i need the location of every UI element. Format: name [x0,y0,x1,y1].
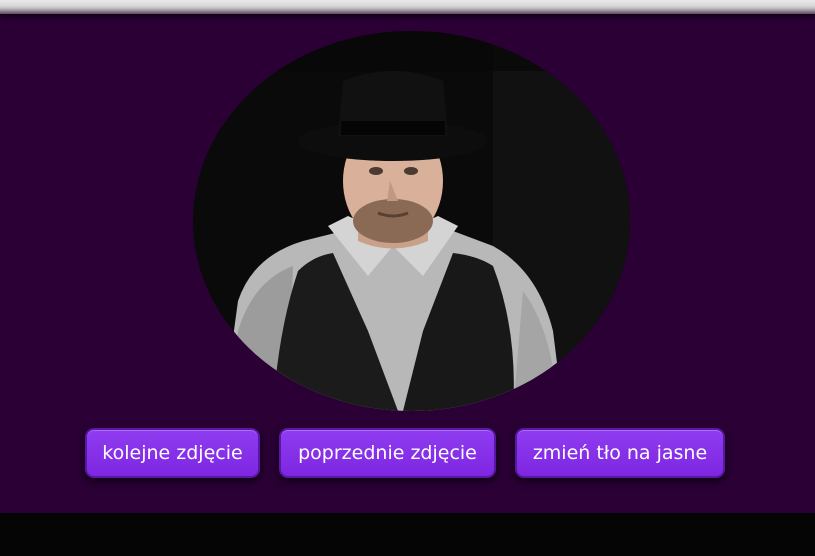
previous-photo-button[interactable]: poprzednie zdjęcie [279,428,496,478]
page: kolejne zdjęcie poprzednie zdjęcie zmień… [0,0,815,556]
button-row: kolejne zdjęcie poprzednie zdjęcie zmień… [0,428,815,480]
profile-photo [193,31,630,411]
top-bar [0,0,815,14]
next-photo-button[interactable]: kolejne zdjęcie [85,428,260,478]
toggle-light-background-button[interactable]: zmień tło na jasne [515,428,725,478]
footer [0,513,815,556]
portrait-image [193,31,630,411]
